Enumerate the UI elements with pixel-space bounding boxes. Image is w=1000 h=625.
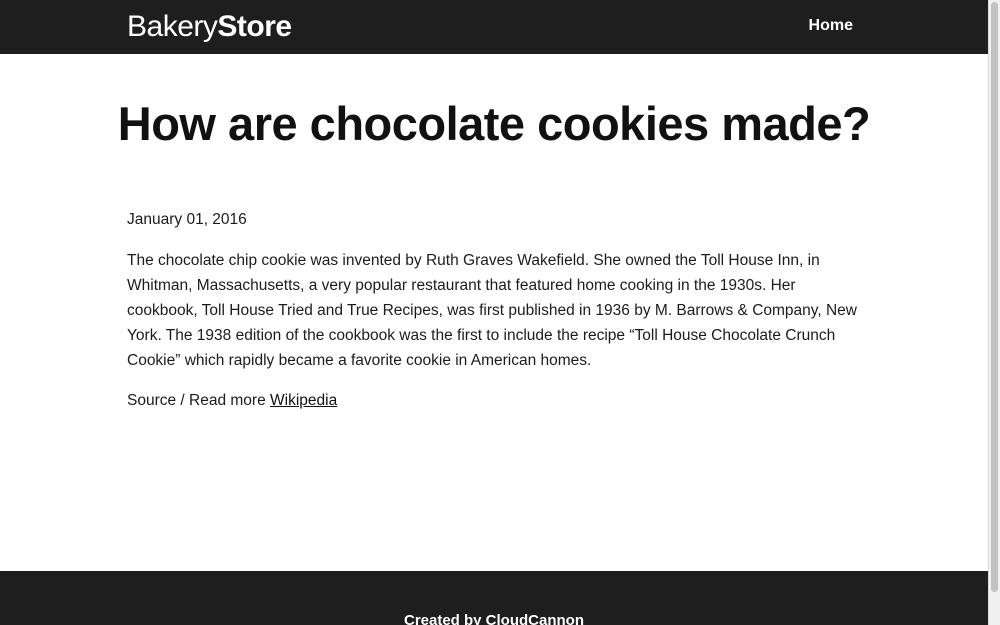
post-body: The chocolate chip cookie was invented b…	[127, 252, 857, 369]
nav-home-link[interactable]: Home	[809, 16, 853, 36]
logo-text-bold: Store	[217, 10, 292, 43]
site-logo[interactable]: BakeryStore	[127, 10, 292, 44]
post-date: January 01, 2016	[127, 211, 247, 228]
post-content: January 01, 2016 The chocolate chip cook…	[127, 208, 857, 413]
scrollbar-thumb[interactable]	[991, 2, 998, 592]
page: BakeryStore Home How are chocolate cooki…	[0, 0, 988, 625]
source-line: Source / Read more Wikipedia	[127, 389, 857, 413]
logo-text-light: Bakery	[127, 10, 218, 43]
source-prefix: Source / Read more	[127, 392, 266, 409]
page-title: How are chocolate cookies made?	[117, 97, 871, 150]
footer-credit: Created by CloudCannon	[403, 612, 584, 625]
wikipedia-link[interactable]: Wikipedia	[270, 392, 337, 409]
vertical-scrollbar[interactable]	[988, 0, 1000, 625]
site-header: BakeryStore Home	[0, 0, 988, 54]
site-footer: Created by CloudCannon	[0, 571, 988, 625]
